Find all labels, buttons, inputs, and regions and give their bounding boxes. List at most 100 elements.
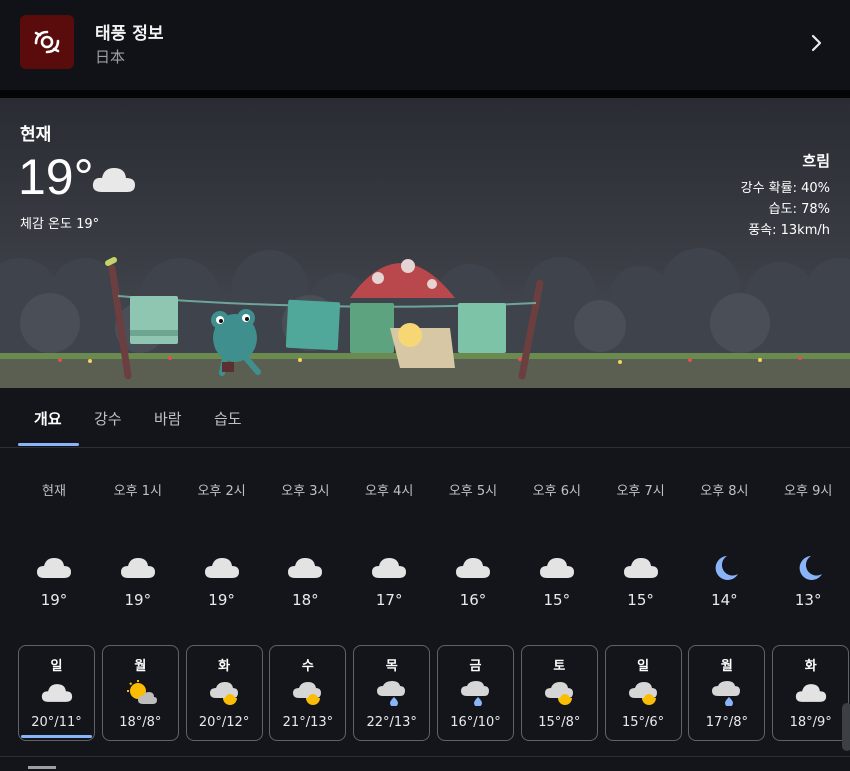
humidity: 습도: 78% <box>768 202 830 217</box>
day-name: 목 <box>385 659 398 674</box>
hour-temperature: 19° <box>40 591 68 609</box>
typhoon-icon <box>20 15 74 69</box>
day-card[interactable]: 수 21°/13° <box>269 645 347 741</box>
hour-temperature: 14° <box>711 591 738 609</box>
cloud-icon <box>539 554 575 582</box>
condition-text: 흐림 <box>802 152 830 170</box>
hour-temperature: 19° <box>208 591 235 609</box>
precip-chance: 강수 확률: 40% <box>740 181 830 196</box>
day-name: 수 <box>301 659 314 674</box>
hour-time: 오후 9시 <box>784 484 833 499</box>
cloud-icon <box>795 680 827 706</box>
hourly-item: 오후 8시 14° <box>682 448 766 618</box>
day-temperature-range: 18°/8° <box>119 715 162 730</box>
day-card[interactable]: 화 18°/9° <box>772 645 850 741</box>
hourly-item: 오후 4시 17° <box>347 448 431 618</box>
hour-temperature: 17° <box>375 591 403 609</box>
hour-time: 오후 4시 <box>365 484 414 499</box>
day-card[interactable]: 일 15°/6° <box>604 645 682 741</box>
hourly-item: 오후 2시 19° <box>180 448 264 618</box>
bottom-divider <box>0 756 850 757</box>
next-section-hint <box>28 766 56 769</box>
day-card[interactable]: 화 20°/12° <box>185 645 263 741</box>
cloud-icon <box>371 554 407 582</box>
day-name: 토 <box>553 659 566 674</box>
hour-temperature: 15° <box>627 591 654 609</box>
typhoon-title: 태풍 정보 <box>95 24 164 44</box>
daily-forecast[interactable]: 일 20°/11° 월 18°/8° 화 20°/12° 수 21°/13° 목 22°/13° 금… <box>0 645 850 745</box>
cloud-sun-icon <box>628 680 660 706</box>
day-card[interactable]: 월 18°/8° <box>101 645 179 741</box>
day-temperature-range: 20°/11° <box>31 715 82 730</box>
day-name: 일 <box>50 659 63 674</box>
hourly-forecast[interactable]: 현재 19° 오후 1시 19° 오후 2시 19° 오후 3시 18° 오후 4시 17° 오후 … <box>0 448 850 638</box>
moon-icon <box>790 554 826 582</box>
cloud-icon <box>204 554 240 582</box>
cloud-rain-icon <box>711 680 743 707</box>
hourly-item: 현재 19° <box>12 448 96 618</box>
day-name: 화 <box>804 659 817 674</box>
hourly-item: 오후 9시 13° <box>766 448 850 618</box>
hour-time: 오후 3시 <box>281 484 330 499</box>
cloud-icon <box>623 554 659 582</box>
day-temperature-range: 21°/13° <box>282 715 334 730</box>
cloud-rain-icon <box>460 680 492 707</box>
cloud-sun-icon <box>292 680 324 706</box>
cloud-icon <box>120 554 156 582</box>
scroll-handle[interactable] <box>842 703 850 751</box>
day-temperature-range: 22°/13° <box>366 715 417 730</box>
hour-time: 오후 2시 <box>197 484 246 499</box>
cloud-rain-icon <box>376 680 408 707</box>
hour-time: 오후 6시 <box>532 484 581 499</box>
hour-time: 오후 8시 <box>700 484 749 499</box>
hour-temperature: 15° <box>543 591 571 609</box>
day-card[interactable]: 목 22°/13° <box>353 645 431 741</box>
hour-time: 오후 1시 <box>113 484 162 499</box>
sun-cloud-icon <box>125 680 157 706</box>
day-card[interactable]: 월 17°/8° <box>688 645 766 741</box>
hour-temperature: 13° <box>794 591 822 609</box>
weather-tabs: 개요 강수 바람 습도 <box>0 388 850 448</box>
current-weather-scene: 현재 19° 체감 온도 19° 흐림 강수 확률: 40% 습도: 78% 풍… <box>0 98 850 388</box>
day-temperature-range: 15°/8° <box>538 715 581 730</box>
day-temperature-range: 20°/12° <box>198 715 250 730</box>
hour-time: 오후 7시 <box>616 484 665 499</box>
cloud-icon <box>41 680 73 706</box>
day-name: 화 <box>218 659 231 674</box>
typhoon-location: 日本 <box>95 48 126 66</box>
hourly-item: 오후 6시 15° <box>515 448 599 618</box>
day-card[interactable]: 금 16°/10° <box>437 645 514 741</box>
tab-humidity[interactable]: 습도 <box>214 408 242 429</box>
day-temperature-range: 18°/9° <box>789 715 832 730</box>
tab-overview[interactable]: 개요 <box>34 408 62 429</box>
selected-day-indicator <box>21 735 92 738</box>
weather-details: 강수 확률: 40% 습도: 78% 풍속: 13km/h <box>741 178 830 241</box>
cloud-sun-icon <box>209 680 241 706</box>
hour-temperature: 18° <box>292 591 319 609</box>
cloud-icon <box>287 554 323 582</box>
cloud-icon <box>92 168 135 192</box>
hour-time: 오후 5시 <box>448 484 498 499</box>
typhoon-info-card[interactable]: 태풍 정보 日本 <box>0 0 850 90</box>
day-temperature-range: 16°/10° <box>450 715 501 730</box>
tab-wind[interactable]: 바람 <box>154 408 182 429</box>
cloud-icon <box>455 554 491 582</box>
current-temperature: 19° <box>18 149 94 205</box>
day-card[interactable]: 토 15°/8° <box>520 645 598 741</box>
day-temperature-range: 15°/6° <box>621 715 665 730</box>
chevron-right-icon[interactable] <box>808 32 826 54</box>
hour-temperature: 19° <box>124 591 152 609</box>
wind-speed: 풍속: 13km/h <box>748 223 830 238</box>
section-divider <box>0 90 850 98</box>
day-card[interactable]: 일 20°/11° <box>18 645 95 741</box>
hour-time: 현재 <box>42 484 66 499</box>
hourly-item: 오후 1시 19° <box>96 448 180 618</box>
tab-precipitation[interactable]: 강수 <box>94 408 122 429</box>
cloud-sun-icon <box>544 680 576 706</box>
hour-temperature: 16° <box>459 591 487 609</box>
day-name: 월 <box>134 659 147 674</box>
day-temperature-range: 17°/8° <box>705 715 748 730</box>
active-tab-indicator <box>18 443 79 446</box>
day-name: 일 <box>637 659 650 674</box>
current-label: 현재 <box>20 125 52 145</box>
